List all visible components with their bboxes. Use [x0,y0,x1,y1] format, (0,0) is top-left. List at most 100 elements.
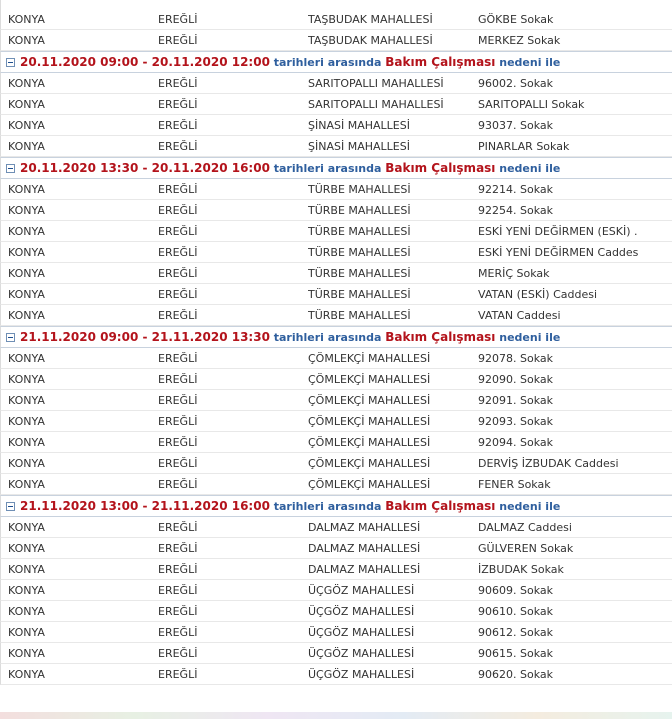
group-date-range: 21.11.2020 09:00 - 21.11.2020 13:30 [20,330,270,344]
cell-street: 96002. Sokak [478,77,553,90]
cell-district: EREĞLİ [158,246,198,259]
table-row[interactable]: KONYA EREĞLİ SARITOPALLI MAHALLESİ SARITOPA… [0,94,672,115]
cell-province: KONYA [8,584,45,597]
group-between-label: tarihleri arasında [273,500,382,513]
table-row[interactable]: KONYA EREĞLİ DALMAZ MAHALLESİ GÜLVEREN Soka… [0,538,672,559]
collapse-minus-icon[interactable] [6,502,15,511]
cell-district: EREĞLİ [158,352,198,365]
cell-district: EREĞLİ [158,204,198,217]
cell-street: 90610. Sokak [478,605,553,618]
collapse-minus-icon[interactable] [6,58,15,67]
group-header[interactable]: 21.11.2020 09:00 - 21.11.2020 13:30 tari… [0,326,672,348]
table-row[interactable]: KONYA EREĞLİ ŞİNASİ MAHALLESİ 93037. Sokak [0,115,672,136]
table-row[interactable]: KONYA EREĞLİ ÇÖMLEKÇİ MAHALLESİ 92090. Soka… [0,369,672,390]
cell-street: 92091. Sokak [478,394,553,407]
group-header[interactable]: 20.11.2020 13:30 - 20.11.2020 16:00 tari… [0,157,672,179]
table-row[interactable]: KONYA EREĞLİ ÇÖMLEKÇİ MAHALLESİ 92093. Soka… [0,411,672,432]
table-row[interactable]: KONYA EREĞLİ TÜRBE MAHALLESİ MERİÇ Sokak [0,263,672,284]
table-row[interactable]: KONYA EREĞLİ TÜRBE MAHALLESİ 92254. Sokak [0,200,672,221]
cell-neighborhood: TÜRBE MAHALLESİ [308,288,411,301]
cell-district: EREĞLİ [158,457,198,470]
group-reason: Bakım Çalışması [385,161,496,175]
cell-province: KONYA [8,521,45,534]
cell-province: KONYA [8,352,45,365]
table-row[interactable]: KONYA EREĞLİ TAŞBUDAK MAHALLESİ GÖKBE Sokak [0,9,672,30]
cell-province: KONYA [8,77,45,90]
cell-district: EREĞLİ [158,605,198,618]
cell-district: EREĞLİ [158,98,198,111]
table-row[interactable]: KONYA EREĞLİ TAŞBUDAK MAHALLESİ MERKEZ Soka… [0,30,672,51]
cell-district: EREĞLİ [158,119,198,132]
cell-province: KONYA [8,563,45,576]
cell-province: KONYA [8,626,45,639]
collapse-minus-icon[interactable] [6,164,15,173]
cell-province: KONYA [8,394,45,407]
cropped-top-edge [0,0,672,9]
table-row[interactable]: KONYA EREĞLİ ÜÇGÖZ MAHALLESİ 90612. Sokak [0,622,672,643]
table-row[interactable]: KONYA EREĞLİ ÇÖMLEKÇİ MAHALLESİ 92091. Soka… [0,390,672,411]
cell-province: KONYA [8,98,45,111]
cell-neighborhood: TÜRBE MAHALLESİ [308,225,411,238]
group-reason: Bakım Çalışması [385,55,496,69]
cell-street: 90615. Sokak [478,647,553,660]
cell-province: KONYA [8,246,45,259]
cell-neighborhood: ÇÖMLEKÇİ MAHALLESİ [308,373,431,386]
cell-province: KONYA [8,183,45,196]
cell-neighborhood: TÜRBE MAHALLESİ [308,267,411,280]
table-row[interactable]: KONYA EREĞLİ ÜÇGÖZ MAHALLESİ 90610. Sokak [0,601,672,622]
table-row[interactable]: KONYA EREĞLİ TÜRBE MAHALLESİ 92214. Sokak [0,179,672,200]
cell-province: KONYA [8,13,45,26]
table-row[interactable]: KONYA EREĞLİ ÇÖMLEKÇİ MAHALLESİ 92078. Soka… [0,348,672,369]
cell-neighborhood: SARITOPALLI MAHALLESİ [308,77,444,90]
cell-district: EREĞLİ [158,34,198,47]
cell-street: SARITOPALLI Sokak [478,98,585,111]
group-header[interactable]: 21.11.2020 13:00 - 21.11.2020 16:00 tari… [0,495,672,517]
cell-province: KONYA [8,119,45,132]
cell-district: EREĞLİ [158,183,198,196]
cell-street: PINARLAR Sokak [478,140,570,153]
table-row[interactable]: KONYA EREĞLİ ÇÖMLEKÇİ MAHALLESİ FENER Sokak [0,474,672,495]
table-row[interactable]: KONYA EREĞLİ TÜRBE MAHALLESİ ESKİ YENİ DEĞİ… [0,242,672,263]
table-row[interactable]: KONYA EREĞLİ TÜRBE MAHALLESİ VATAN Caddesi [0,305,672,326]
table-row[interactable]: KONYA EREĞLİ TÜRBE MAHALLESİ VATAN (ESKİ) C… [0,284,672,305]
group-header-text: 21.11.2020 09:00 - 21.11.2020 13:30 tari… [20,330,560,345]
cell-street: 90609. Sokak [478,584,553,597]
group-header[interactable]: 20.11.2020 09:00 - 20.11.2020 12:00 tari… [0,51,672,73]
cell-district: EREĞLİ [158,584,198,597]
cell-neighborhood: TÜRBE MAHALLESİ [308,204,411,217]
cell-province: KONYA [8,647,45,660]
cell-street: MERKEZ Sokak [478,34,561,47]
table-row[interactable]: KONYA EREĞLİ ÇÖMLEKÇİ MAHALLESİ 92094. Soka… [0,432,672,453]
table-row[interactable]: KONYA EREĞLİ ÜÇGÖZ MAHALLESİ 90620. Sokak [0,664,672,685]
table-row[interactable]: KONYA EREĞLİ DALMAZ MAHALLESİ DALMAZ Caddes… [0,517,672,538]
table-row[interactable]: KONYA EREĞLİ ŞİNASİ MAHALLESİ PINARLAR Soka… [0,136,672,157]
cell-district: EREĞLİ [158,626,198,639]
cell-province: KONYA [8,542,45,555]
table-row[interactable]: KONYA EREĞLİ ÜÇGÖZ MAHALLESİ 90609. Sokak [0,580,672,601]
group-between-label: tarihleri arasında [273,331,382,344]
cell-neighborhood: ÇÖMLEKÇİ MAHALLESİ [308,352,431,365]
cell-street: FENER Sokak [478,478,551,491]
table-row[interactable]: KONYA EREĞLİ TÜRBE MAHALLESİ ESKİ YENİ DEĞİ… [0,221,672,242]
cell-neighborhood: ÜÇGÖZ MAHALLESİ [308,626,415,639]
table-row[interactable]: KONYA EREĞLİ SARITOPALLI MAHALLESİ 96002. S… [0,73,672,94]
collapse-minus-icon[interactable] [6,333,15,342]
cell-street: DALMAZ Caddesi [478,521,572,534]
cell-district: EREĞLİ [158,521,198,534]
table-row[interactable]: KONYA EREĞLİ DALMAZ MAHALLESİ İZBUDAK Sokak [0,559,672,580]
cell-street: 93037. Sokak [478,119,553,132]
group-reason: Bakım Çalışması [385,499,496,513]
group-between-label: tarihleri arasında [273,56,382,69]
group-suffix-label: nedeni ile [499,331,561,344]
cell-street: GÜLVEREN Sokak [478,542,574,555]
group-suffix-label: nedeni ile [499,500,561,513]
cell-street: VATAN (ESKİ) Caddesi [478,288,598,301]
cell-neighborhood: ÜÇGÖZ MAHALLESİ [308,668,415,681]
table-row[interactable]: KONYA EREĞLİ ÇÖMLEKÇİ MAHALLESİ DERVİŞ İZBU… [0,453,672,474]
cell-province: KONYA [8,478,45,491]
cell-street: 92093. Sokak [478,415,553,428]
cell-neighborhood: TÜRBE MAHALLESİ [308,309,411,322]
cell-neighborhood: ÜÇGÖZ MAHALLESİ [308,647,415,660]
table-row[interactable]: KONYA EREĞLİ ÜÇGÖZ MAHALLESİ 90615. Sokak [0,643,672,664]
cell-street: 92078. Sokak [478,352,553,365]
